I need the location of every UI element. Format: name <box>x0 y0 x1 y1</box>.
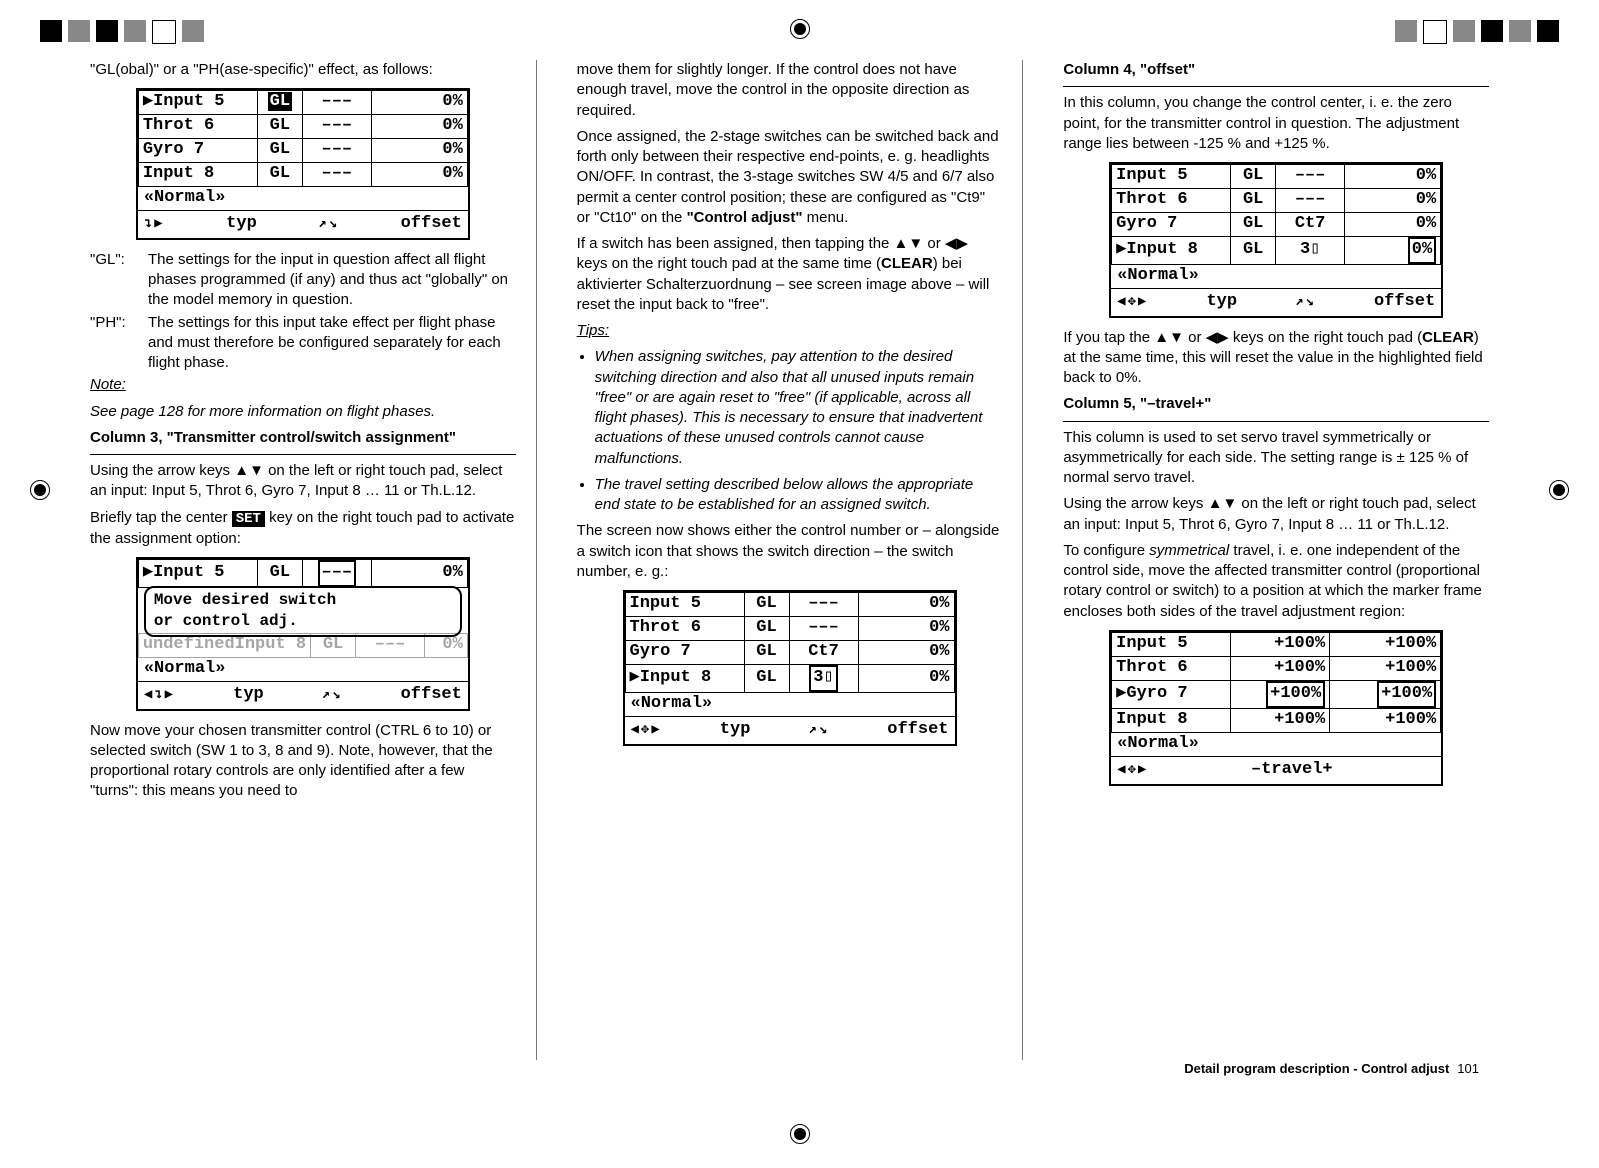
ph-term: "PH": <box>90 313 138 374</box>
p2: Now move your chosen transmitter control… <box>90 721 516 802</box>
crop-icon <box>790 1124 810 1144</box>
crop-icon <box>1549 480 1569 500</box>
lcd-5: Input 5+100%+100%Throt 6+100%+100%▶Gyro … <box>1109 630 1443 786</box>
phase-label: «Normal» <box>138 187 468 210</box>
lcd-3: Input 5GL–––0%Throt 6GL–––0%Gyro 7GLCt70… <box>623 590 957 746</box>
note-text: See page 128 for more information on fli… <box>90 402 516 422</box>
p1b: Briefly tap the center SET key on the ri… <box>90 508 516 549</box>
heading-col5: Column 5, "–travel+" <box>1063 394 1489 414</box>
crop-top <box>40 20 1559 44</box>
page-footer: Detail program description - Control adj… <box>1184 1060 1479 1078</box>
col-3: Column 4, "offset" In this column, you c… <box>1063 60 1509 1060</box>
set-button[interactable]: SET <box>232 511 265 527</box>
col-1: "GL(obal)" or a "PH(ase-specific)" effec… <box>90 60 537 1060</box>
crop-icon <box>790 19 810 39</box>
col-2: move them for slightly longer. If the co… <box>577 60 1024 1060</box>
content-columns: "GL(obal)" or a "PH(ase-specific)" effec… <box>90 60 1509 1060</box>
heading-col4: Column 4, "offset" <box>1063 60 1489 80</box>
tip-2: The travel setting described below allow… <box>595 475 1003 516</box>
intro: "GL(obal)" or a "PH(ase-specific)" effec… <box>90 60 516 80</box>
lcd-1: ▶Input 5GL–––0%Throt 6GL–––0%Gyro 7GL–––… <box>136 88 470 240</box>
page: "GL(obal)" or a "PH(ase-specific)" effec… <box>0 0 1599 1168</box>
note-label: Note: <box>90 375 516 395</box>
tip-1: When assigning switches, pay attention t… <box>595 347 1003 469</box>
p1a: Using the arrow keys ▲▼ on the left or r… <box>90 461 516 502</box>
lcd-4: Input 5GL–––0%Throt 6GL–––0%Gyro 7GLCt70… <box>1109 162 1443 318</box>
lcd-2: ▶Input 5GL–––0% Move desired switch or c… <box>136 557 470 711</box>
heading-col3: Column 3, "Transmitter control/switch as… <box>90 428 516 448</box>
tips-label: Tips: <box>577 321 1003 341</box>
gl-term: "GL": <box>90 250 138 311</box>
gl-text: The settings for the input in question a… <box>148 250 516 311</box>
dialog: Move desired switch or control adj. <box>144 586 462 637</box>
ph-text: The settings for this input take effect … <box>148 313 516 374</box>
crop-icon <box>30 480 50 500</box>
